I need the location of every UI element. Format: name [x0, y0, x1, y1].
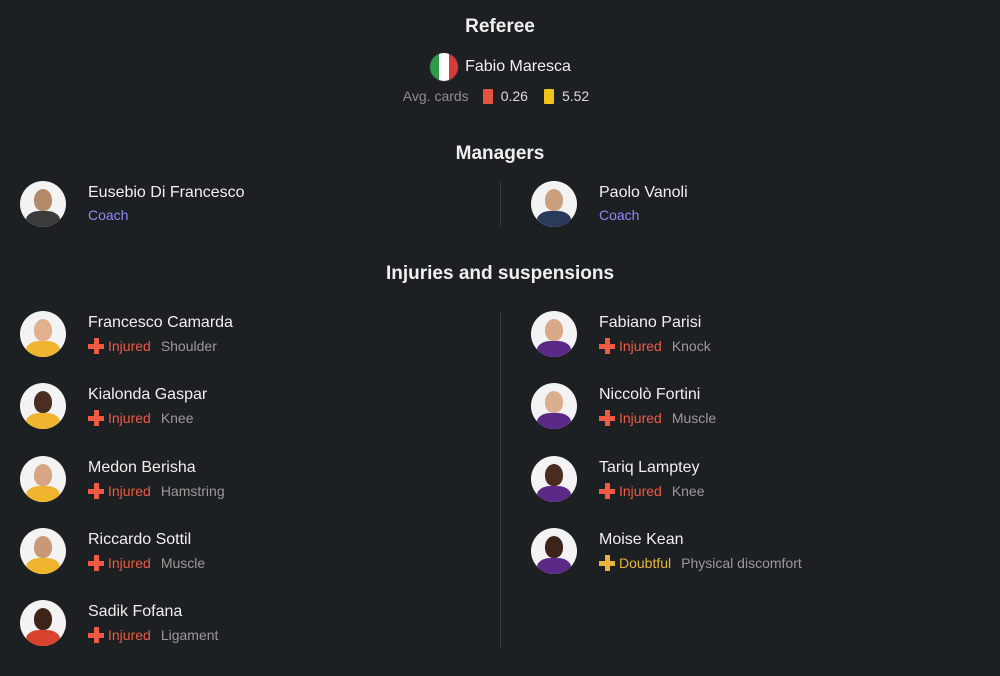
injury-cross-icon — [88, 555, 104, 571]
managers-divider — [500, 181, 501, 227]
injury-row-away[interactable]: Tariq Lamptey Injured Knee — [531, 456, 705, 502]
injury-status: Injured — [108, 483, 151, 499]
injury-cross-icon — [88, 627, 104, 643]
avatar — [20, 181, 66, 227]
yellow-card-icon — [543, 88, 554, 104]
injury-reason: Physical discomfort — [681, 555, 802, 571]
avatar — [20, 383, 66, 429]
player-name: Niccolò Fortini — [599, 386, 701, 403]
manager-away[interactable]: Paolo Vanoli Coach — [531, 181, 688, 227]
injury-status: Doubtful — [619, 555, 672, 571]
injury-row-home[interactable]: Francesco Camarda Injured Shoulder — [20, 311, 233, 357]
avatar — [20, 311, 66, 357]
injury-cross-icon — [88, 410, 104, 426]
injury-status: Injured — [108, 555, 151, 571]
injury-reason: Knock — [671, 338, 711, 354]
avatar — [531, 383, 577, 429]
player-name: Tariq Lamptey — [599, 459, 700, 476]
injury-row-home[interactable]: Sadik Fofana Injured Ligament — [20, 600, 218, 646]
injury-reason: Knee — [671, 483, 705, 499]
player-name: Moise Kean — [599, 531, 684, 548]
injury-status: Injured — [619, 483, 662, 499]
injury-row-away[interactable]: Niccolò Fortini Injured Muscle — [531, 383, 716, 429]
injury-status: Injured — [108, 338, 151, 354]
injury-reason: Muscle — [671, 410, 717, 426]
italy-flag-icon — [429, 52, 460, 82]
injury-status: Injured — [619, 338, 662, 354]
avatar — [531, 181, 577, 227]
player-name: Francesco Camarda — [88, 314, 233, 331]
manager-name: Eusebio Di Francesco — [88, 184, 245, 201]
managers-title: Managers — [455, 143, 545, 164]
injury-row-away[interactable]: Moise Kean Doubtful Physical discomfort — [531, 528, 802, 574]
injury-cross-icon — [599, 483, 615, 499]
injury-reason: Shoulder — [160, 338, 217, 354]
red-card-icon — [482, 88, 493, 104]
injury-status: Injured — [108, 410, 151, 426]
injury-row-home[interactable]: Riccardo Sottil Injured Muscle — [20, 528, 205, 574]
injury-reason: Ligament — [160, 627, 219, 643]
red-card-avg: 0.26 — [500, 88, 528, 104]
injury-status: Injured — [108, 627, 151, 643]
injury-cross-icon — [88, 483, 104, 499]
referee-row: Fabio Maresca — [0, 52, 1000, 82]
avatar — [531, 456, 577, 502]
player-name: Riccardo Sottil — [88, 531, 192, 548]
match-info-panel: Referee Fabio Maresca Avg. cards 0.26 5.… — [0, 0, 1000, 676]
injury-row-away[interactable]: Fabiano Parisi Injured Knock — [531, 311, 711, 357]
manager-role: Coach — [88, 207, 129, 223]
doubtful-cross-icon — [599, 555, 615, 571]
player-name: Sadik Fofana — [88, 603, 183, 620]
player-name: Fabiano Parisi — [599, 314, 702, 331]
avatar — [20, 528, 66, 574]
injury-reason: Hamstring — [160, 483, 225, 499]
manager-name: Paolo Vanoli — [599, 184, 688, 201]
injury-cross-icon — [88, 338, 104, 354]
player-name: Kialonda Gaspar — [88, 386, 208, 403]
injury-cross-icon — [599, 338, 615, 354]
player-name: Medon Berisha — [88, 459, 196, 476]
yellow-card-avg: 5.52 — [561, 88, 590, 104]
injury-reason: Muscle — [160, 555, 206, 571]
injuries-divider — [500, 311, 501, 647]
avatar — [531, 311, 577, 357]
injury-row-home[interactable]: Medon Berisha Injured Hamstring — [20, 456, 225, 502]
manager-role: Coach — [599, 207, 640, 223]
injuries-title: Injuries and suspensions — [385, 263, 615, 284]
avatar — [20, 456, 66, 502]
injury-cross-icon — [599, 410, 615, 426]
manager-home[interactable]: Eusebio Di Francesco Coach — [20, 181, 245, 227]
referee-title: Referee — [465, 16, 535, 37]
avatar — [20, 600, 66, 646]
avg-cards-label: Avg. cards — [402, 88, 469, 104]
referee-name[interactable]: Fabio Maresca — [465, 58, 571, 76]
referee-card-stats: Avg. cards 0.26 5.52 — [0, 88, 1000, 104]
injury-status: Injured — [619, 410, 662, 426]
injury-reason: Knee — [160, 410, 194, 426]
avatar — [531, 528, 577, 574]
injury-row-home[interactable]: Kialonda Gaspar Injured Knee — [20, 383, 207, 429]
